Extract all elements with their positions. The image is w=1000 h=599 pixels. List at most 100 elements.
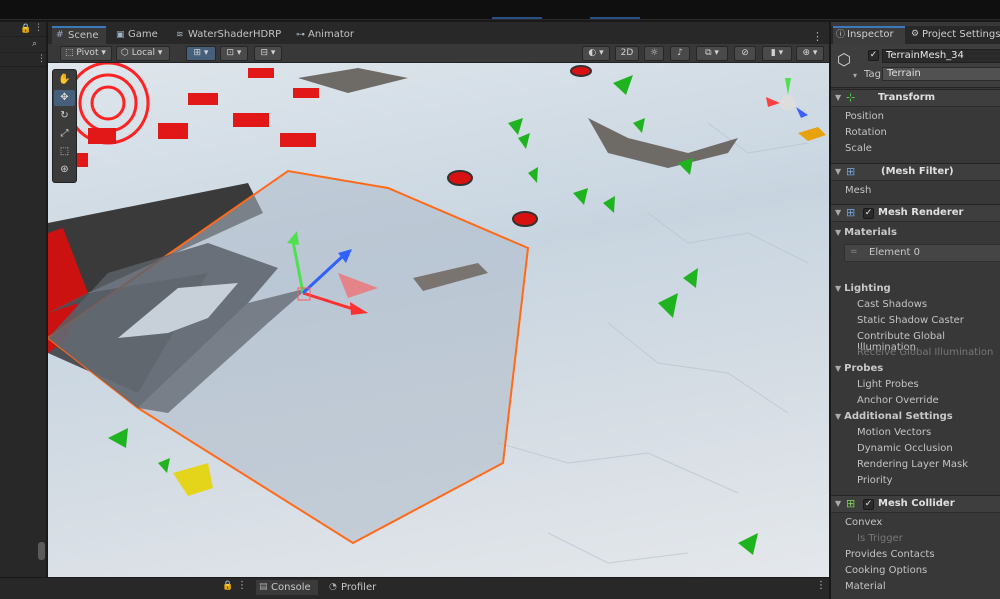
scene-panel: # Scene ▣ Game ≋ WaterShaderHDRP ⊶ Anima… (48, 22, 829, 577)
tab-animator[interactable]: ⊶ Animator (292, 26, 356, 44)
profiler-icon: ◔ (329, 582, 337, 592)
section-label: Additional Settings (844, 411, 953, 422)
pivot-icon: ⬚ (65, 48, 77, 58)
cube-icon: ⬡ (837, 50, 851, 69)
chevron-down-icon[interactable]: ▾ (853, 71, 857, 80)
chevron-down-icon: ▼ (835, 499, 842, 508)
receive-gi-label: Receive Global Illumination (857, 347, 994, 358)
object-name-field[interactable]: TerrainMesh_34 (882, 49, 1000, 63)
hash-icon: # (56, 30, 64, 40)
chevron-down-icon: ▼ (835, 284, 842, 293)
tag-dropdown[interactable]: Terrain (882, 67, 1000, 81)
red-blocks (58, 68, 319, 167)
probes-foldout[interactable]: ▼ Probes (835, 363, 883, 374)
section-label: Lighting (844, 283, 891, 294)
kebab-icon[interactable]: ⋮ (816, 580, 826, 591)
rect-tool-icon[interactable]: ⬚ (54, 144, 75, 160)
hierarchy-panel[interactable]: 🔒 ⋮ ⌕ ⋮ (0, 22, 47, 577)
snap-increment-button[interactable]: ⊡ ▾ (220, 46, 248, 61)
mesh-renderer-component-header[interactable]: ▼ ⊞ ✓ Mesh Renderer (831, 204, 1000, 222)
enabled-checkbox[interactable]: ✓ (863, 499, 874, 510)
object-header: ⬡ ✓ TerrainMesh_34 ▾ Tag Terrain (831, 44, 1000, 88)
scene-viewport[interactable]: ✋ ✥ ↻ ⤢ ⬚ ⊛ (48, 63, 829, 577)
wall (588, 118, 738, 168)
component-title: (Mesh Filter) (881, 166, 954, 177)
tab-scene[interactable]: # Scene (52, 26, 106, 44)
hierarchy-scrollbar[interactable] (38, 542, 45, 560)
section-label: Materials (844, 227, 897, 238)
kebab-icon[interactable]: ⋮ (812, 30, 823, 43)
tab-watershaderhdrp[interactable]: ≋ WaterShaderHDRP (172, 26, 282, 44)
grid-icon: ⊞ (846, 165, 856, 178)
provides-contacts-label: Provides Contacts (845, 549, 935, 560)
mesh-label: Mesh (845, 185, 872, 196)
transform-tool-icon[interactable]: ⊛ (54, 162, 75, 178)
chevron-down-icon: ▼ (835, 364, 842, 373)
gamepad-icon: ▣ (116, 30, 125, 40)
mesh-collider-component-header[interactable]: ▼ ⊞ ✓ Mesh Collider (831, 495, 1000, 513)
cooking-options-label: Cooking Options (845, 565, 928, 576)
scene-toolbar: ⬚ Pivot ▾ ⬡ Local ▾ ⊞ ▾ ⊡ ▾ ⊟ ▾ ◐ ▾ 2D ☼… (48, 44, 829, 63)
materials-foldout[interactable]: ▼ Materials (835, 227, 897, 238)
move-tool-icon[interactable]: ✥ (54, 90, 75, 106)
camera-dropdown[interactable]: ▮ ▾ (762, 46, 792, 61)
additional-settings-foldout[interactable]: ▼ Additional Settings (835, 411, 953, 422)
mesh-collider-icon: ⊞ (846, 497, 856, 510)
motion-vectors-label: Motion Vectors (857, 427, 932, 438)
snap-icon: ⊡ ▾ (226, 48, 242, 58)
lock-icon[interactable]: 🔒 (20, 24, 31, 34)
red-marker (512, 211, 538, 227)
local-label: Local (131, 48, 156, 58)
kebab-icon[interactable]: ⋮ (237, 580, 247, 591)
enabled-checkbox[interactable]: ✓ (863, 208, 874, 219)
tab-project-settings[interactable]: ⚙ Project Settings (908, 26, 1000, 44)
shading-mode-dropdown[interactable]: ◐ ▾ (582, 46, 610, 61)
rotate-tool-icon[interactable]: ↻ (54, 108, 75, 124)
chevron-down-icon: ▼ (835, 412, 842, 421)
material-label: Material (845, 581, 886, 592)
lock-icon[interactable]: 🔒 (222, 581, 233, 591)
audio-toggle[interactable]: ♪ (670, 46, 690, 61)
lighting-toggle[interactable]: ☼ (644, 46, 664, 61)
gear-icon: ⚙ (911, 29, 920, 39)
local-dropdown[interactable]: ⬡ Local ▾ (116, 46, 170, 61)
material-element-row[interactable]: = Element 0 (844, 244, 1000, 262)
cast-shadows-label: Cast Shadows (857, 299, 928, 310)
position-label: Position (845, 111, 884, 122)
hand-tool-icon[interactable]: ✋ (54, 72, 75, 88)
active-checkbox[interactable]: ✓ (868, 50, 879, 61)
ruler-button[interactable]: ⊟ ▾ (254, 46, 282, 61)
kebab-icon[interactable]: ⋮ (37, 54, 46, 64)
hierarchy-row[interactable]: ⋮ (0, 53, 46, 67)
sphere-icon: ◐ ▾ (588, 48, 604, 58)
inspector-tab-bar: ⓘ Inspector ⚙ Project Settings (831, 26, 1000, 44)
tab-console[interactable]: ▤ Console (256, 580, 318, 595)
2d-label: 2D (620, 48, 634, 58)
effects-icon: ⧉ ▾ (705, 48, 719, 58)
tab-label: Inspector (847, 29, 894, 40)
transform-component-header[interactable]: ▼ ⊹ Transform (831, 89, 1000, 107)
drag-handle-icon[interactable]: = (850, 247, 858, 257)
kebab-icon[interactable]: ⋮ (34, 23, 43, 33)
tab-inspector[interactable]: ⓘ Inspector (833, 26, 905, 44)
scene-render[interactable] (48, 63, 829, 577)
tab-game[interactable]: ▣ Game (112, 26, 164, 44)
rotation-label: Rotation (845, 127, 887, 138)
2d-toggle[interactable]: 2D (615, 46, 639, 61)
pivot-dropdown[interactable]: ⬚ Pivot ▾ (60, 46, 112, 61)
transform-icon: ⊹ (846, 91, 856, 104)
light-probes-label: Light Probes (857, 379, 919, 390)
grid-snap-toggle[interactable]: ⊞ ▾ (186, 46, 216, 61)
mesh-filter-component-header[interactable]: ▼ ⊞ (Mesh Filter) (831, 163, 1000, 181)
scale-label: Scale (845, 143, 872, 154)
orientation-gizmo[interactable] (766, 78, 826, 141)
mesh-renderer-icon: ⊞ (846, 206, 856, 219)
hidden-objects-toggle[interactable]: ⊘ (734, 46, 756, 61)
search-icon[interactable]: ⌕ (32, 39, 37, 49)
effects-dropdown[interactable]: ⧉ ▾ (696, 46, 728, 61)
gizmos-dropdown[interactable]: ⊕ ▾ (796, 46, 824, 61)
scale-tool-icon[interactable]: ⤢ (54, 126, 75, 142)
console-icon: ▤ (259, 582, 268, 592)
tab-profiler[interactable]: ◔ Profiler (326, 580, 386, 595)
lighting-foldout[interactable]: ▼ Lighting (835, 283, 891, 294)
